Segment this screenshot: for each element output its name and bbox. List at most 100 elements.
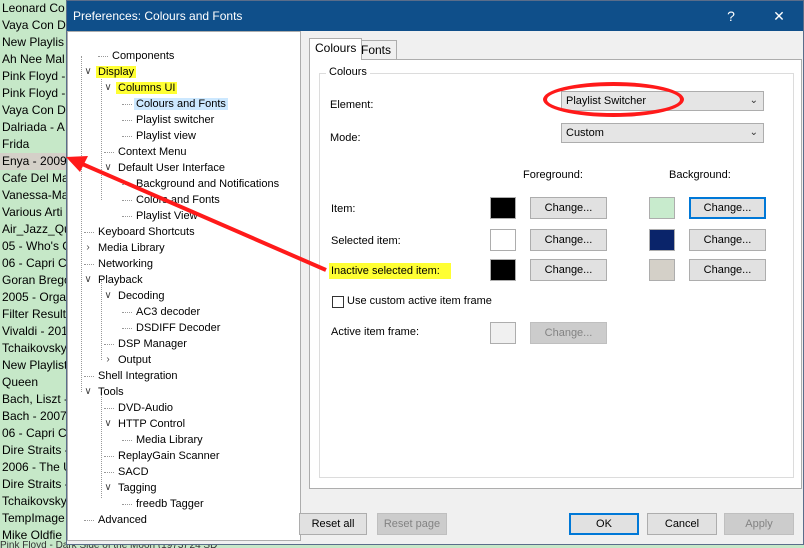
background-playlist-row[interactable]: Vaya Con D — [0, 102, 66, 119]
tree-item[interactable]: ∨ Tagging — [104, 480, 159, 496]
tree-item-label: Tools — [98, 386, 124, 398]
tree-item[interactable]: SACD — [104, 464, 151, 480]
selected-item-background-change-button[interactable]: Change... — [689, 229, 766, 251]
collapsed-chevron-icon[interactable]: › — [102, 352, 114, 368]
collapsed-chevron-icon[interactable]: › — [82, 240, 94, 256]
tree-item[interactable]: Playlist View — [122, 208, 200, 224]
title-bar[interactable]: Preferences: Colours and Fonts ? ✕ — [67, 1, 803, 31]
background-playlist-row[interactable]: Queen — [0, 374, 66, 391]
tree-connector — [84, 520, 94, 521]
preferences-tree[interactable]: Components ∨ Display ∨ Columns UI Colours and… — [67, 31, 301, 541]
expand-chevron-icon[interactable]: ∨ — [102, 80, 114, 96]
selected-item-foreground-change-button[interactable]: Change... — [530, 229, 607, 251]
tree-connector — [122, 136, 132, 137]
background-playlist-row[interactable]: Dire Straits - — [0, 442, 66, 459]
background-playlist-row[interactable]: 05 - Who's C — [0, 238, 66, 255]
tree-item-label: Columns UI — [116, 82, 178, 94]
tree-item[interactable]: › Media Library — [86, 240, 167, 256]
tree-item[interactable]: Colors and Fonts — [122, 192, 222, 208]
tree-item[interactable]: ∨ Default User Interface — [104, 160, 227, 176]
tree-item[interactable]: ReplayGain Scanner — [104, 448, 222, 464]
background-playlist-row[interactable]: Enya - 2009 — [0, 153, 66, 170]
inactive-selected-item-background-change-button[interactable]: Change... — [689, 259, 766, 281]
background-playlist-row[interactable]: New Playlist — [0, 357, 66, 374]
tree-item[interactable]: › Output — [106, 352, 153, 368]
ok-button[interactable]: OK — [569, 513, 639, 535]
tree-item[interactable]: DSP Manager — [104, 336, 189, 352]
background-playlist-row[interactable]: Leonard Co — [0, 0, 66, 17]
tree-item[interactable]: ∨ Playback — [84, 272, 145, 288]
background-playlist-row[interactable]: Ah Nee Mal — [0, 51, 66, 68]
expand-chevron-icon[interactable]: ∨ — [102, 480, 114, 496]
background-playlist-row[interactable]: Cafe Del Ma — [0, 170, 66, 187]
background-playlist-row[interactable]: Tchaikovsky — [0, 493, 66, 510]
tree-item[interactable]: ∨ HTTP Control — [104, 416, 187, 432]
tree-item[interactable]: Keyboard Shortcuts — [84, 224, 197, 240]
expand-chevron-icon[interactable]: ∨ — [82, 384, 94, 400]
expand-chevron-icon[interactable]: ∨ — [82, 64, 94, 80]
background-playlist-row[interactable]: Vaya Con D — [0, 17, 66, 34]
tree-item[interactable]: Context Menu — [104, 144, 188, 160]
reset-all-button[interactable]: Reset all — [299, 513, 367, 535]
background-playlist-row[interactable]: New Playlis — [0, 34, 66, 51]
background-playlist-row[interactable]: Dalriada - A — [0, 119, 66, 136]
tree-item-columns-ui[interactable]: ∨ Columns UI — [104, 80, 178, 96]
tree-item-display[interactable]: ∨ Display — [84, 64, 137, 80]
tree-item-label: Shell Integration — [98, 370, 178, 382]
tree-connector — [104, 408, 114, 409]
background-playlist-row[interactable]: Goran Brego — [0, 272, 66, 289]
background-playlist-row[interactable]: Air_Jazz_Qu — [0, 221, 66, 238]
mode-label: Mode: — [330, 132, 361, 144]
tree-item[interactable]: freedb Tagger — [122, 496, 206, 512]
expand-chevron-icon[interactable]: ∨ — [102, 416, 114, 432]
help-button[interactable]: ? — [717, 5, 745, 27]
reset-page-button[interactable]: Reset page — [377, 513, 447, 535]
item-foreground-change-button[interactable]: Change... — [530, 197, 607, 219]
tree-item[interactable]: Components — [98, 48, 176, 64]
background-playlist-row[interactable]: Vanessa-Ma — [0, 187, 66, 204]
tree-item[interactable]: Playlist switcher — [122, 112, 216, 128]
tree-item[interactable]: ∨ Decoding — [104, 288, 166, 304]
background-playlist-row[interactable]: Bach - 2007 — [0, 408, 66, 425]
background-playlist-row[interactable]: 2006 - The U — [0, 459, 66, 476]
item-background-change-button[interactable]: Change... — [689, 197, 766, 219]
background-playlist-row[interactable]: Frida — [0, 136, 66, 153]
background-playlist-row[interactable]: TempImage — [0, 510, 66, 527]
background-playlist-row[interactable]: Dire Straits - — [0, 476, 66, 493]
background-playlist-row[interactable]: Tchaikovsky — [0, 340, 66, 357]
background-playlist-row[interactable]: 06 - Capri C — [0, 255, 66, 272]
mode-select[interactable]: Custom ⌄ — [561, 123, 764, 143]
background-playlist-row[interactable]: Vivaldi - 201 — [0, 323, 66, 340]
tree-item[interactable]: Playlist view — [122, 128, 198, 144]
expand-chevron-icon[interactable]: ∨ — [102, 160, 114, 176]
active-frame-change-button[interactable]: Change... — [530, 322, 607, 344]
apply-button[interactable]: Apply — [724, 513, 794, 535]
background-playlist-row[interactable]: 06 - Capri C — [0, 425, 66, 442]
tree-item[interactable]: Background and Notifications — [122, 176, 281, 192]
close-button[interactable]: ✕ — [765, 5, 793, 27]
tree-item[interactable]: AC3 decoder — [122, 304, 202, 320]
tree-item-colours-and-fonts[interactable]: Colours and Fonts — [122, 96, 228, 112]
element-select[interactable]: Playlist Switcher ⌄ — [561, 91, 764, 111]
background-playlist-row[interactable]: Various Arti — [0, 204, 66, 221]
tree-item[interactable]: DSDIFF Decoder — [122, 320, 222, 336]
expand-chevron-icon[interactable]: ∨ — [102, 288, 114, 304]
tree-item[interactable]: Advanced — [84, 512, 149, 528]
tab-colours[interactable]: Colours — [309, 38, 363, 60]
mode-select-value: Custom — [566, 127, 604, 139]
expand-chevron-icon[interactable]: ∨ — [82, 272, 94, 288]
tree-item[interactable]: Shell Integration — [84, 368, 180, 384]
cancel-button[interactable]: Cancel — [647, 513, 717, 535]
background-playlist-row[interactable]: 2005 - Orga — [0, 289, 66, 306]
tree-item[interactable]: DVD-Audio — [104, 400, 175, 416]
custom-frame-checkbox[interactable] — [332, 296, 344, 308]
background-playlist-row[interactable]: Bach, Liszt - — [0, 391, 66, 408]
background-playlist-row[interactable]: Pink Floyd - — [0, 68, 66, 85]
inactive-selected-item-foreground-change-button[interactable]: Change... — [530, 259, 607, 281]
background-playlist-row[interactable]: Pink Floyd - — [0, 85, 66, 102]
tree-item[interactable]: Networking — [84, 256, 155, 272]
tree-item-label: Tagging — [118, 482, 157, 494]
tree-item[interactable]: Media Library — [122, 432, 205, 448]
background-playlist-row[interactable]: Filter Result — [0, 306, 66, 323]
tree-item[interactable]: ∨ Tools — [84, 384, 126, 400]
